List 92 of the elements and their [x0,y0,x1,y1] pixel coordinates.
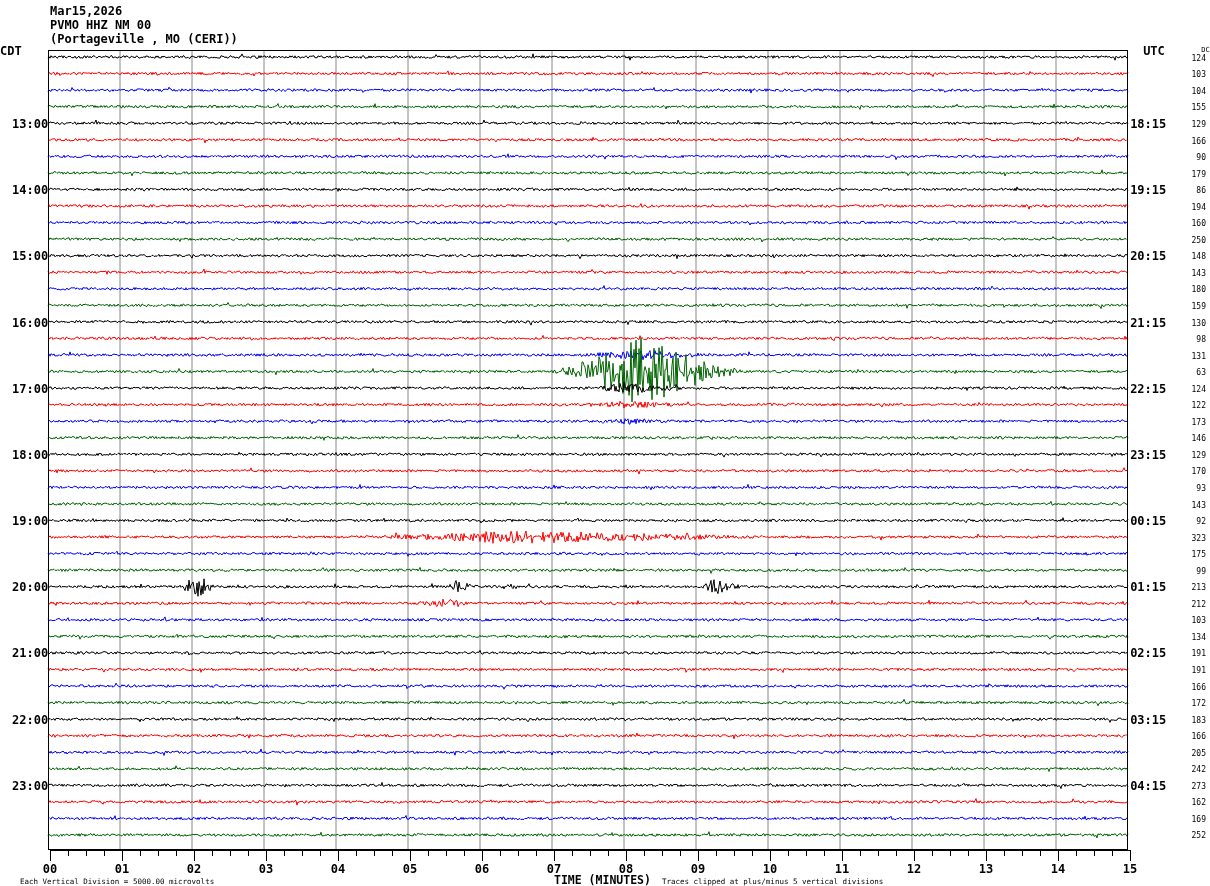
dc-offset-value: 143 [1191,268,1206,278]
axis-tick-label: 11 [834,862,850,876]
date-label: Mar15,2026 [50,4,123,18]
hour-label: 16:00 [12,316,49,330]
hour-label: 20:00 [12,581,49,595]
dc-offset-value: 129 [1191,119,1206,129]
axis-tick-label: 06 [474,862,490,876]
dc-offset-value: 155 [1191,103,1206,113]
dc-offset-value: 252 [1191,831,1206,841]
axis-tick-label: 15 [1122,862,1138,876]
dc-offset-value: 173 [1191,417,1206,427]
dc-offset-value: 130 [1191,318,1206,328]
dc-offset-value: 148 [1191,252,1206,262]
axis-tick-label: 12 [906,862,922,876]
dc-offset-value: 99 [1196,566,1206,576]
dc-offset-value: 90 [1196,153,1206,163]
hour-label: 19:15 [1130,184,1167,198]
axis-tick-label: 10 [762,862,778,876]
axis-tick-label: 01 [114,862,130,876]
hour-label: 14:00 [12,184,49,198]
hour-label: 22:15 [1130,382,1167,396]
dc-offset-value: 92 [1196,517,1206,527]
axis-tick-label: 03 [258,862,274,876]
hour-label: 22:00 [12,713,49,727]
dc-offset-value: 146 [1191,434,1206,444]
dc-offset-value: 166 [1191,136,1206,146]
dc-offset-value: 205 [1191,748,1206,758]
dc-offset-value: 166 [1191,732,1206,742]
dc-offset-value: 212 [1191,599,1206,609]
dc-offset-value: 242 [1191,765,1206,775]
dc-offset-value: 170 [1191,467,1206,477]
hour-label: 21:00 [12,647,49,661]
dc-offset-value: 172 [1191,699,1206,709]
dc-offset-value: 191 [1191,649,1206,659]
dc-offset-value: 180 [1191,285,1206,295]
location-label: (Portageville , MO (CERI)) [50,32,238,46]
dc-offset-value: 175 [1191,550,1206,560]
hour-label: 18:00 [12,448,49,462]
hour-label: 18:15 [1130,117,1167,131]
dc-offset-value: 134 [1191,632,1206,642]
hour-label: 03:15 [1130,713,1167,727]
hour-label: 01:15 [1130,581,1167,595]
dc-offset-value: 194 [1191,202,1206,212]
axis-tick-label: 14 [1050,862,1066,876]
hour-label: 13:00 [12,117,49,131]
hour-label: 15:00 [12,250,49,264]
hour-label: 17:00 [12,382,49,396]
dc-offset-value: 103 [1191,70,1206,80]
axis-tick-label: 00 [42,862,58,876]
dc-offset-value: 86 [1196,186,1206,196]
dc-offset-value: 183 [1191,715,1206,725]
axis-tick-label: 02 [186,862,202,876]
dc-offset-value: 129 [1191,450,1206,460]
dc-offset-value: 122 [1191,401,1206,411]
dc-offset-value: 104 [1191,86,1206,96]
dc-offset-value: 323 [1191,533,1206,543]
dc-offset-value: 93 [1196,484,1206,493]
dc-offset-value: 98 [1196,335,1206,345]
dc-offset-value: 143 [1191,500,1206,510]
hour-label: 23:15 [1130,448,1167,462]
axis-tick-label: 05 [402,862,418,876]
dc-offset-value: 273 [1191,781,1206,791]
dc-offset-value: 166 [1191,682,1206,692]
hour-label: 04:15 [1130,779,1167,793]
axis-tick-label: 04 [330,862,346,876]
dc-offset-value: 124 [1191,384,1206,394]
timezone-label: UTC [1143,44,1165,58]
dc-offset-value: 124 [1191,53,1206,63]
dc-offset-value: 160 [1191,219,1206,229]
hour-label: 02:15 [1130,647,1167,661]
dc-offset-value: 191 [1191,666,1206,675]
dc-offset-value: 213 [1191,583,1206,593]
axis-title: TIME (MINUTES) [554,874,651,886]
station-label: PVMO HHZ NM 00 [50,18,152,32]
dc-offset-value: 159 [1191,301,1206,311]
dc-offset-value: 162 [1191,798,1206,808]
hour-label: 00:15 [1130,515,1167,529]
axis-tick-label: 09 [690,862,706,876]
hour-label: 19:00 [12,515,49,529]
hour-label: 21:15 [1130,316,1167,330]
hour-label: 20:15 [1130,250,1167,264]
hour-label: 23:00 [12,779,49,793]
dc-offset-value: 63 [1196,368,1206,378]
dc-offset-value: 250 [1191,235,1206,245]
axis-tick-label: 13 [978,862,994,876]
dc-offset-value: 103 [1191,616,1206,626]
dc-offset-value: 131 [1191,351,1206,361]
timezone-label: CDT [0,44,22,58]
axis-tick-label: 07 [546,862,562,876]
dc-offset-value: 179 [1191,169,1206,179]
dc-offset-value: 169 [1191,814,1206,824]
axis-tick-label: 08 [618,862,634,876]
